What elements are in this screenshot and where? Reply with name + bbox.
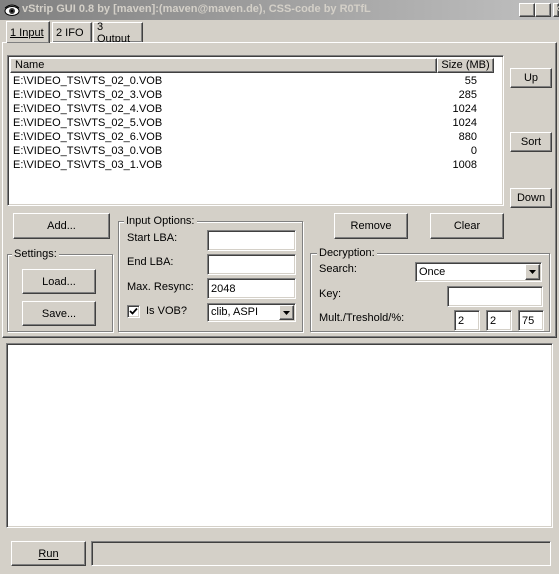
aspi-dropdown-button[interactable] — [279, 305, 294, 320]
title-bar: vStrip GUI 0.8 by [maven]:(maven@maven.d… — [0, 0, 559, 20]
file-size: 285 — [458, 89, 477, 101]
load-button[interactable]: Load... — [22, 269, 96, 294]
tab-output[interactable]: 3 Output — [93, 20, 143, 45]
aspi-select-value: clib, ASPI — [211, 306, 259, 318]
file-name: E:\VIDEO_TS\VTS_03_1.VOB — [13, 159, 163, 171]
chevron-down-icon — [283, 310, 290, 315]
checkmark-icon — [129, 307, 138, 315]
column-name-label: Name — [15, 59, 45, 71]
add-button[interactable]: Add... — [13, 213, 110, 239]
app-eye-icon — [4, 3, 20, 17]
clear-button[interactable]: Clear — [430, 213, 504, 239]
is-vob-checkbox[interactable] — [127, 305, 140, 318]
mult-input-1[interactable] — [454, 310, 480, 331]
chevron-down-icon — [529, 270, 536, 274]
tab-ifo[interactable]: 2 IFO — [52, 22, 92, 42]
save-button[interactable]: Save... — [22, 301, 96, 326]
down-button[interactable]: Down — [510, 188, 552, 208]
file-name: E:\VIDEO_TS\VTS_02_4.VOB — [13, 103, 163, 115]
table-row[interactable]: E:\VIDEO_TS\VTS_03_0.VOB 0 — [10, 144, 496, 158]
file-size: 55 — [464, 75, 477, 87]
file-size: 1024 — [452, 117, 477, 129]
table-row[interactable]: E:\VIDEO_TS\VTS_03_1.VOB 1008 — [10, 158, 496, 172]
end-lba-input[interactable] — [207, 254, 296, 275]
start-lba-input[interactable] — [207, 230, 296, 251]
aspi-select[interactable]: clib, ASPI — [207, 303, 296, 322]
table-row[interactable]: E:\VIDEO_TS\VTS_02_4.VOB 1024 — [10, 102, 496, 116]
settings-group-label: Settings: — [12, 248, 59, 260]
decryption-group-label: Decryption: — [317, 247, 377, 259]
file-name: E:\VIDEO_TS\VTS_02_3.VOB — [13, 89, 163, 101]
key-input[interactable] — [447, 286, 543, 307]
maximize-button[interactable]: □ — [535, 3, 551, 17]
is-vob-label: Is VOB? — [146, 305, 187, 317]
mult-input-3[interactable] — [518, 310, 544, 331]
minimize-button[interactable]: _ — [519, 3, 535, 17]
search-label: Search: — [319, 263, 357, 275]
table-row[interactable]: E:\VIDEO_TS\VTS_02_5.VOB 1024 — [10, 116, 496, 130]
up-button[interactable]: Up — [510, 68, 552, 88]
tab-input[interactable]: 1 Input — [6, 21, 50, 43]
table-row[interactable]: E:\VIDEO_TS\VTS_02_3.VOB 285 — [10, 88, 496, 102]
max-resync-input[interactable] — [207, 278, 296, 299]
table-row[interactable]: E:\VIDEO_TS\VTS_02_0.VOB 55 — [10, 74, 496, 88]
tab-ifo-label: 2 IFO — [56, 26, 84, 39]
search-dropdown-button[interactable] — [525, 264, 540, 280]
tab-input-label: 1 Input — [10, 26, 44, 39]
search-select[interactable]: Once — [415, 262, 542, 282]
mult-label: Mult./Treshold/%: — [319, 312, 405, 324]
column-header-name[interactable]: Name — [10, 58, 437, 73]
sort-button[interactable]: Sort — [510, 132, 552, 152]
file-name: E:\VIDEO_TS\VTS_02_6.VOB — [13, 131, 163, 143]
run-button-label: Run — [38, 547, 59, 560]
file-name: E:\VIDEO_TS\VTS_03_0.VOB — [13, 145, 163, 157]
file-size: 880 — [458, 131, 477, 143]
input-options-group-label: Input Options: — [124, 215, 197, 227]
column-header-size[interactable]: Size (MB) — [437, 58, 494, 73]
start-lba-label: Start LBA: — [127, 232, 178, 244]
status-bar — [91, 541, 551, 566]
log-area[interactable] — [6, 343, 553, 528]
file-size: 1008 — [452, 159, 477, 171]
search-select-value: Once — [419, 266, 446, 278]
mult-input-2[interactable] — [486, 310, 512, 331]
close-button[interactable]: × — [553, 3, 559, 17]
max-resync-label: Max. Resync: — [127, 281, 194, 293]
tab-output-label: 3 Output — [97, 20, 131, 45]
file-size: 0 — [470, 145, 477, 157]
table-row[interactable]: E:\VIDEO_TS\VTS_02_6.VOB 880 — [10, 130, 496, 144]
key-label: Key: — [319, 288, 342, 300]
file-list[interactable]: Name Size (MB) E:\VIDEO_TS\VTS_02_0.VOB 5… — [7, 55, 504, 206]
file-name: E:\VIDEO_TS\VTS_02_0.VOB — [13, 75, 163, 87]
window-title: vStrip GUI 0.8 by [maven]:(maven@maven.d… — [22, 3, 371, 15]
file-name: E:\VIDEO_TS\VTS_02_5.VOB — [13, 117, 163, 129]
column-size-label: Size (MB) — [441, 59, 490, 71]
end-lba-label: End LBA: — [127, 256, 174, 268]
remove-button[interactable]: Remove — [334, 213, 408, 239]
file-rows: E:\VIDEO_TS\VTS_02_0.VOB 55 E:\VIDEO_TS\V… — [10, 74, 496, 194]
file-size: 1024 — [452, 103, 477, 115]
run-button[interactable]: Run — [11, 541, 86, 566]
